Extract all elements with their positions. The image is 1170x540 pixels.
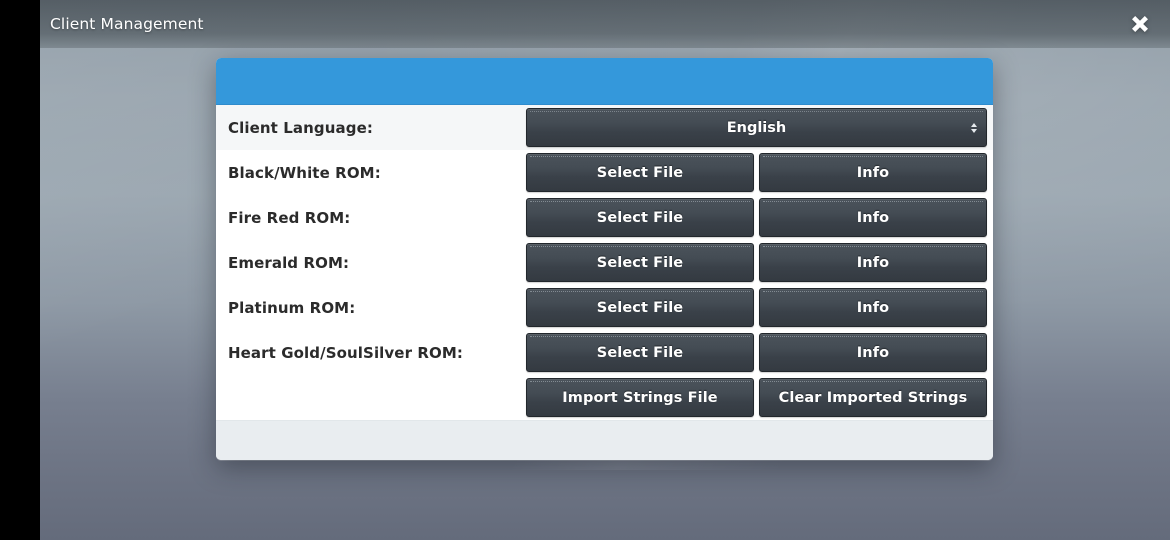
dialog-body: Client Language: English Black/White ROM… — [216, 105, 993, 420]
screen: Client Management Client Language: Engli… — [0, 0, 1170, 540]
black-white-rom-label: Black/White ROM: — [228, 163, 381, 182]
window-titlebar: Client Management — [40, 0, 1170, 48]
close-icon — [1132, 16, 1148, 32]
letterbox-left-bar — [0, 0, 40, 540]
close-button[interactable] — [1120, 4, 1160, 44]
dialog-header — [216, 58, 993, 105]
black-white-rom-select-file-button[interactable]: Select File — [526, 153, 754, 192]
client-language-controls: English — [526, 105, 987, 150]
row-fire-red-rom: Fire Red ROM: Select File Info — [216, 195, 993, 240]
fire-red-rom-controls: Select File Info — [526, 195, 987, 240]
heart-gold-soulsilver-rom-select-file-button[interactable]: Select File — [526, 333, 754, 372]
fire-red-rom-info-button[interactable]: Info — [759, 198, 987, 237]
platinum-rom-controls: Select File Info — [526, 285, 987, 330]
import-strings-file-button[interactable]: Import Strings File — [526, 378, 754, 417]
fire-red-rom-select-file-button[interactable]: Select File — [526, 198, 754, 237]
window-title: Client Management — [50, 15, 204, 33]
client-management-dialog: Client Language: English Black/White ROM… — [216, 58, 993, 460]
row-heart-gold-soulsilver-rom: Heart Gold/SoulSilver ROM: Select File I… — [216, 330, 993, 375]
platinum-rom-info-button[interactable]: Info — [759, 288, 987, 327]
client-language-value: English — [726, 119, 787, 136]
black-white-rom-info-button[interactable]: Info — [759, 153, 987, 192]
background-lower-band — [40, 470, 1170, 540]
clear-imported-strings-button[interactable]: Clear Imported Strings — [759, 378, 987, 417]
heart-gold-soulsilver-rom-controls: Select File Info — [526, 330, 987, 375]
emerald-rom-info-button[interactable]: Info — [759, 243, 987, 282]
heart-gold-soulsilver-rom-info-button[interactable]: Info — [759, 333, 987, 372]
strings-actions-controls: Import Strings File Clear Imported Strin… — [526, 375, 987, 420]
row-emerald-rom: Emerald ROM: Select File Info — [216, 240, 993, 285]
client-language-label: Client Language: — [228, 118, 373, 137]
client-language-select[interactable]: English — [526, 108, 987, 147]
platinum-rom-select-file-button[interactable]: Select File — [526, 288, 754, 327]
fire-red-rom-label: Fire Red ROM: — [228, 208, 351, 227]
emerald-rom-label: Emerald ROM: — [228, 253, 350, 272]
emerald-rom-controls: Select File Info — [526, 240, 987, 285]
row-client-language: Client Language: English — [216, 105, 993, 150]
row-strings-actions: Import Strings File Clear Imported Strin… — [216, 375, 993, 420]
row-black-white-rom: Black/White ROM: Select File Info — [216, 150, 993, 195]
black-white-rom-controls: Select File Info — [526, 150, 987, 195]
row-platinum-rom: Platinum ROM: Select File Info — [216, 285, 993, 330]
platinum-rom-label: Platinum ROM: — [228, 298, 356, 317]
updown-stepper-icon — [971, 122, 977, 133]
emerald-rom-select-file-button[interactable]: Select File — [526, 243, 754, 282]
heart-gold-soulsilver-rom-label: Heart Gold/SoulSilver ROM: — [228, 343, 464, 362]
dialog-footer — [216, 420, 993, 460]
